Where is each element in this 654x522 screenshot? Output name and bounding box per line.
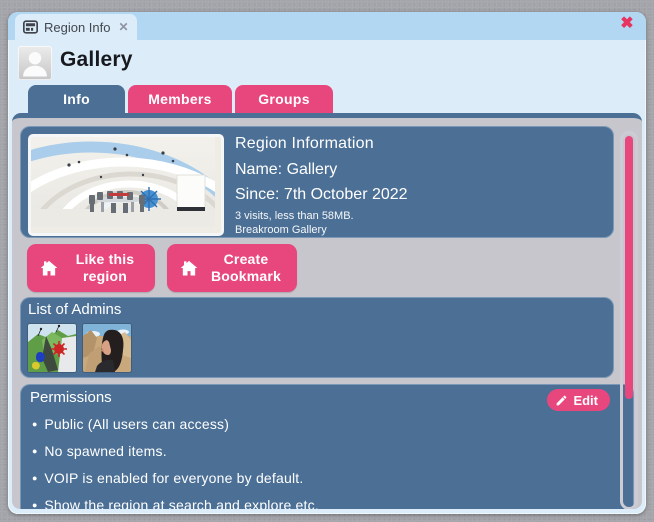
region-info-window: Region Info ✕ ✖ Gallery Info Members Gro… xyxy=(8,12,646,514)
create-bookmark-button[interactable]: Create Bookmark xyxy=(167,244,297,292)
edit-label: Edit xyxy=(573,392,598,408)
region-avatar xyxy=(18,46,52,80)
window-tab-region-info[interactable]: Region Info ✕ xyxy=(15,14,137,40)
permission-item: VOIP is enabled for everyone by default. xyxy=(32,465,604,492)
home-icon xyxy=(40,260,58,276)
permissions-list: Public (All users can access) No spawned… xyxy=(32,411,604,509)
admins-heading: List of Admins xyxy=(28,301,122,318)
region-info-heading: Region Information xyxy=(235,135,374,152)
region-since-line: Since: 7th October 2022 xyxy=(235,186,408,203)
tab-close-icon[interactable]: ✕ xyxy=(119,20,129,34)
window-close-icon[interactable]: ✖ xyxy=(617,14,637,34)
tab-groups[interactable]: Groups xyxy=(235,85,333,113)
like-region-label: Like this region xyxy=(75,251,135,284)
pencil-icon xyxy=(557,395,567,405)
home-icon xyxy=(180,260,198,276)
permission-item: No spawned items. xyxy=(32,438,604,465)
admin-avatar-woman[interactable] xyxy=(83,324,131,372)
window-titlebar[interactable]: Region Info ✕ ✖ xyxy=(8,12,646,40)
window-tab-title: Region Info xyxy=(44,19,111,35)
scrollbar-track[interactable] xyxy=(620,131,638,509)
permissions-panel: Permissions Edit Public (All users can a… xyxy=(20,384,634,509)
region-info-text: Region Information Name: Gallery Since: … xyxy=(235,135,604,237)
desktop-background: Region Info ✕ ✖ Gallery Info Members Gro… xyxy=(0,0,654,522)
region-stats-line: 3 visits, less than 58MB. xyxy=(235,210,354,222)
region-information-panel: Region Information Name: Gallery Since: … xyxy=(20,126,614,238)
tab-members[interactable]: Members xyxy=(128,85,232,113)
woman-avatar-graphic xyxy=(83,324,131,372)
info-tab-content: Region Information Name: Gallery Since: … xyxy=(12,113,642,509)
permission-item: Show the region at search and explore et… xyxy=(32,492,604,509)
person-silhouette-icon xyxy=(23,51,47,77)
region-name-line: Name: Gallery xyxy=(235,161,338,178)
edit-permissions-button[interactable]: Edit xyxy=(547,389,610,411)
tab-info[interactable]: Info xyxy=(28,85,125,113)
permissions-heading: Permissions xyxy=(30,389,112,406)
permission-item: Public (All users can access) xyxy=(32,411,604,438)
page-title: Gallery xyxy=(60,48,133,71)
admin-avatar-terrain[interactable] xyxy=(28,324,76,372)
gallery-interior-graphic xyxy=(31,137,221,233)
region-thumbnail-image xyxy=(28,134,224,236)
window-icon xyxy=(23,20,38,34)
region-subtitle-line: Breakroom Gallery xyxy=(235,224,327,236)
admins-panel: List of Admins xyxy=(20,297,614,378)
scrollbar-thumb[interactable] xyxy=(625,136,633,399)
terrain-avatar-graphic xyxy=(28,324,76,372)
create-bookmark-label: Create Bookmark xyxy=(210,251,282,284)
like-region-button[interactable]: Like this region xyxy=(27,244,155,292)
